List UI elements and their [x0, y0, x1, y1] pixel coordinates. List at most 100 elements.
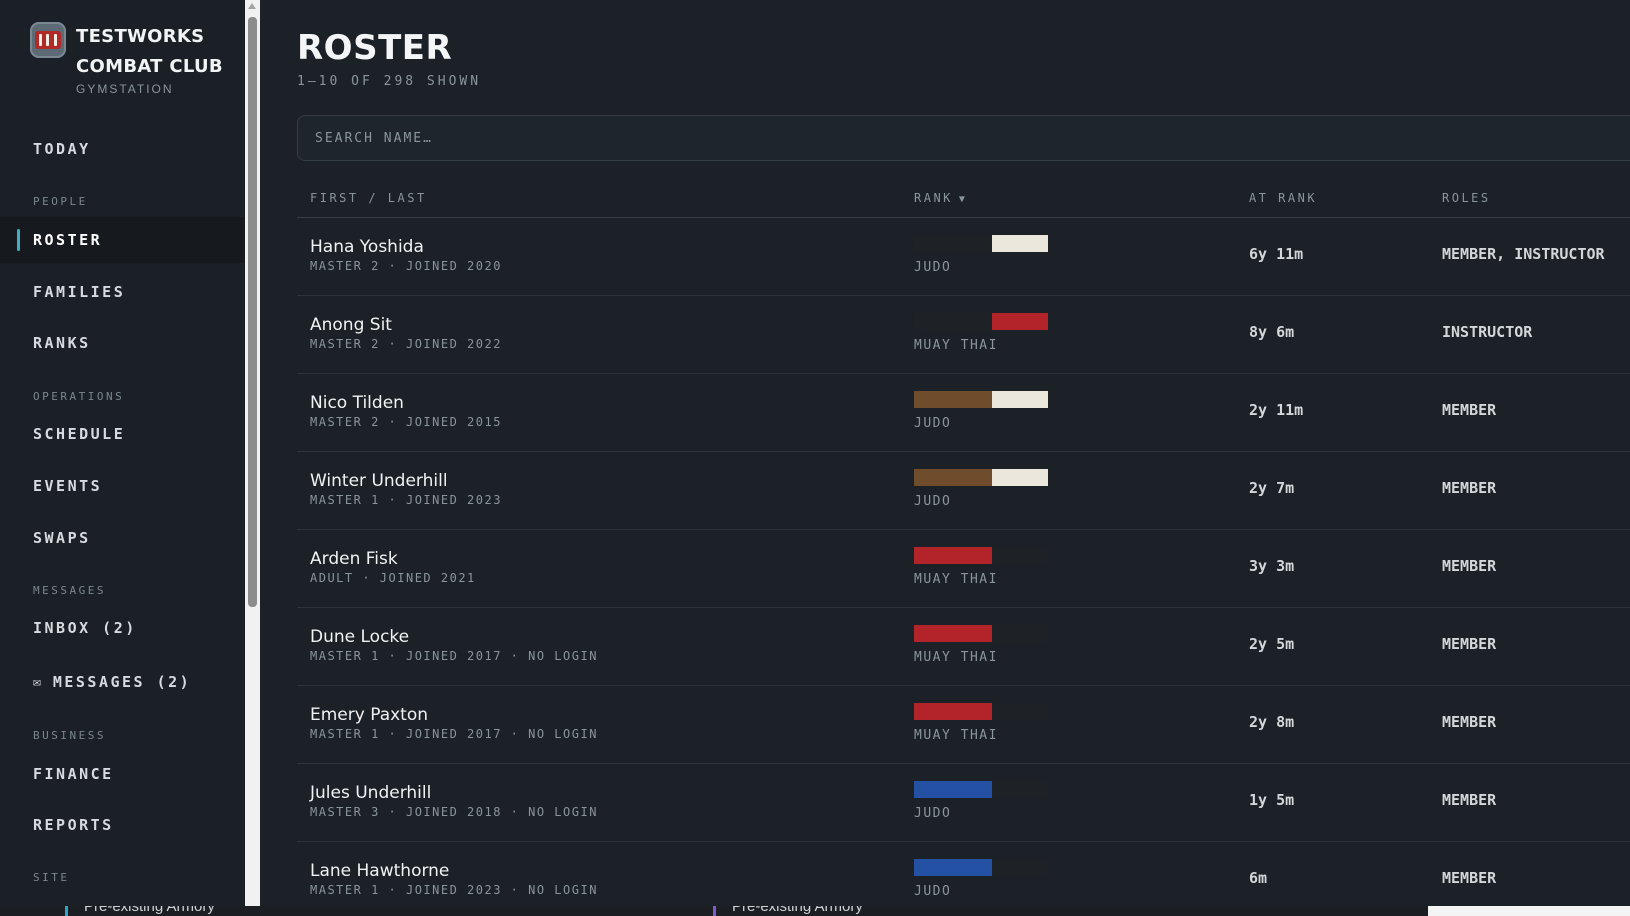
- nav-today[interactable]: TODAY: [0, 126, 245, 172]
- search-name-input[interactable]: [297, 115, 1630, 161]
- rank-belt: [914, 859, 1048, 876]
- table-row[interactable]: Dune Locke MASTER 1 · JOINED 2017 · NO LO…: [297, 608, 1630, 686]
- time-at-rank: 8y 6m: [1249, 323, 1295, 341]
- rank-belt: [914, 235, 1048, 252]
- belt-right-segment: [992, 235, 1048, 252]
- nav-messages[interactable]: ✉ MESSAGES (2): [0, 659, 245, 705]
- table-body: Hana Yoshida MASTER 2 · JOINED 2020 JUDO 6y…: [297, 218, 1630, 906]
- nav-reports[interactable]: REPORTS: [0, 802, 245, 848]
- nav-events[interactable]: EVENTS: [0, 463, 245, 509]
- table-row[interactable]: Jules Underhill MASTER 3 · JOINED 2018 · …: [297, 764, 1630, 842]
- result-count: 1–10 OF 298 SHOWN: [297, 74, 482, 89]
- belt-left-segment: [914, 391, 992, 408]
- scrollbar-thumb[interactable]: [248, 17, 257, 607]
- member-name[interactable]: Anong Sit: [310, 315, 392, 335]
- rank-belt: [914, 703, 1048, 720]
- rank-discipline: JUDO: [914, 494, 952, 509]
- main-content: ROSTER 1–10 OF 298 SHOWN FIRST / LAST RA…: [260, 0, 1630, 906]
- time-at-rank: 3y 3m: [1249, 557, 1295, 575]
- nav-section-business: BUSINESS: [33, 729, 106, 742]
- brand-name: TESTWORKS COMBAT CLUB: [76, 26, 223, 77]
- belt-right-segment: [992, 313, 1048, 330]
- time-at-rank: 1y 5m: [1249, 791, 1295, 809]
- club-logo-icon: [30, 22, 66, 58]
- table-row[interactable]: Nico Tilden MASTER 2 · JOINED 2015 JUDO 2y …: [297, 374, 1630, 452]
- member-name[interactable]: Arden Fisk: [310, 549, 398, 569]
- member-name[interactable]: Emery Paxton: [310, 705, 428, 725]
- belt-left-segment: [914, 625, 992, 642]
- table-row[interactable]: Hana Yoshida MASTER 2 · JOINED 2020 JUDO 6y…: [297, 218, 1630, 296]
- sidebar-scrollbar[interactable]: [245, 0, 260, 906]
- column-header-roles[interactable]: ROLES: [1442, 191, 1491, 205]
- scroll-up-arrow-icon[interactable]: [248, 3, 256, 9]
- table-row[interactable]: Anong Sit MASTER 2 · JOINED 2022 MUAY THAI…: [297, 296, 1630, 374]
- sidebar: TESTWORKS COMBAT CLUB GYMSTATION TODAY P…: [0, 0, 245, 906]
- nav-schedule[interactable]: SCHEDULE: [0, 411, 245, 457]
- nav-swaps[interactable]: SWAPS: [0, 515, 245, 561]
- member-meta: MASTER 1 · JOINED 2017 · NO LOGIN: [310, 649, 598, 663]
- belt-left-segment: [914, 859, 992, 876]
- rank-belt: [914, 547, 1048, 564]
- rank-discipline: JUDO: [914, 260, 952, 275]
- rank-belt: [914, 625, 1048, 642]
- sort-descending-icon: ▼: [958, 194, 968, 205]
- roster-table: FIRST / LAST RANK ▼ AT RANK ROLES Hana Yo…: [297, 182, 1630, 906]
- time-at-rank: 2y 11m: [1249, 401, 1304, 419]
- page-title: ROSTER: [297, 28, 453, 68]
- rank-discipline: MUAY THAI: [914, 728, 998, 743]
- background-window-panel: [1428, 906, 1630, 916]
- member-roles: MEMBER: [1442, 713, 1497, 731]
- belt-right-segment: [992, 469, 1048, 486]
- member-name[interactable]: Winter Underhill: [310, 471, 448, 491]
- belt-left-segment: [914, 547, 992, 564]
- rank-belt: [914, 391, 1048, 408]
- nav-ranks[interactable]: RANKS: [0, 320, 245, 366]
- member-name[interactable]: Nico Tilden: [310, 393, 404, 413]
- nav-families[interactable]: FAMILIES: [0, 269, 245, 315]
- column-header-at-rank[interactable]: AT RANK: [1249, 191, 1317, 205]
- background-tab-1[interactable]: Pre-existing Armory: [84, 906, 215, 915]
- belt-right-segment: [992, 781, 1048, 798]
- member-roles: MEMBER: [1442, 479, 1497, 497]
- rank-discipline: JUDO: [914, 416, 952, 431]
- belt-left-segment: [914, 235, 992, 252]
- time-at-rank: 6y 11m: [1249, 245, 1304, 263]
- nav-roster[interactable]: ROSTER: [0, 217, 245, 263]
- table-row[interactable]: Lane Hawthorne MASTER 1 · JOINED 2023 · N…: [297, 842, 1630, 906]
- rank-discipline: JUDO: [914, 884, 952, 899]
- table-row[interactable]: Winter Underhill MASTER 1 · JOINED 2023 JU…: [297, 452, 1630, 530]
- member-roles: MEMBER: [1442, 791, 1497, 809]
- member-name[interactable]: Hana Yoshida: [310, 237, 424, 257]
- table-row[interactable]: Emery Paxton MASTER 1 · JOINED 2017 · NO …: [297, 686, 1630, 764]
- member-meta: MASTER 3 · JOINED 2018 · NO LOGIN: [310, 805, 598, 819]
- rank-discipline: JUDO: [914, 806, 952, 821]
- brand[interactable]: TESTWORKS COMBAT CLUB GYMSTATION: [30, 22, 236, 96]
- member-roles: MEMBER: [1442, 557, 1497, 575]
- member-meta: MASTER 2 · JOINED 2022: [310, 337, 502, 351]
- member-roles: MEMBER: [1442, 401, 1497, 419]
- belt-right-segment: [992, 625, 1048, 642]
- belt-right-segment: [992, 391, 1048, 408]
- column-header-name[interactable]: FIRST / LAST: [310, 191, 427, 205]
- member-name[interactable]: Jules Underhill: [310, 783, 431, 803]
- column-header-rank[interactable]: RANK ▼: [914, 191, 967, 205]
- brand-subtitle: GYMSTATION: [76, 82, 174, 96]
- member-name[interactable]: Lane Hawthorne: [310, 861, 449, 881]
- nav-inbox[interactable]: INBOX (2): [0, 605, 245, 651]
- rank-discipline: MUAY THAI: [914, 572, 998, 587]
- belt-left-segment: [914, 313, 992, 330]
- table-row[interactable]: Arden Fisk ADULT · JOINED 2021 MUAY THAI 3y…: [297, 530, 1630, 608]
- nav-finance[interactable]: FINANCE: [0, 751, 245, 797]
- rank-belt: [914, 469, 1048, 486]
- rank-belt: [914, 313, 1048, 330]
- member-meta: MASTER 1 · JOINED 2023: [310, 493, 502, 507]
- background-tab-2[interactable]: Pre-existing Armory: [732, 906, 863, 915]
- background-window-strip: Pre-existing Armory Pre-existing Armory: [0, 906, 1630, 916]
- time-at-rank: 2y 8m: [1249, 713, 1295, 731]
- member-name[interactable]: Dune Locke: [310, 627, 409, 647]
- member-roles: INSTRUCTOR: [1442, 323, 1533, 341]
- belt-left-segment: [914, 781, 992, 798]
- member-roles: MEMBER, INSTRUCTOR: [1442, 245, 1605, 263]
- background-tab-indicator: [65, 906, 68, 916]
- member-roles: MEMBER: [1442, 869, 1497, 887]
